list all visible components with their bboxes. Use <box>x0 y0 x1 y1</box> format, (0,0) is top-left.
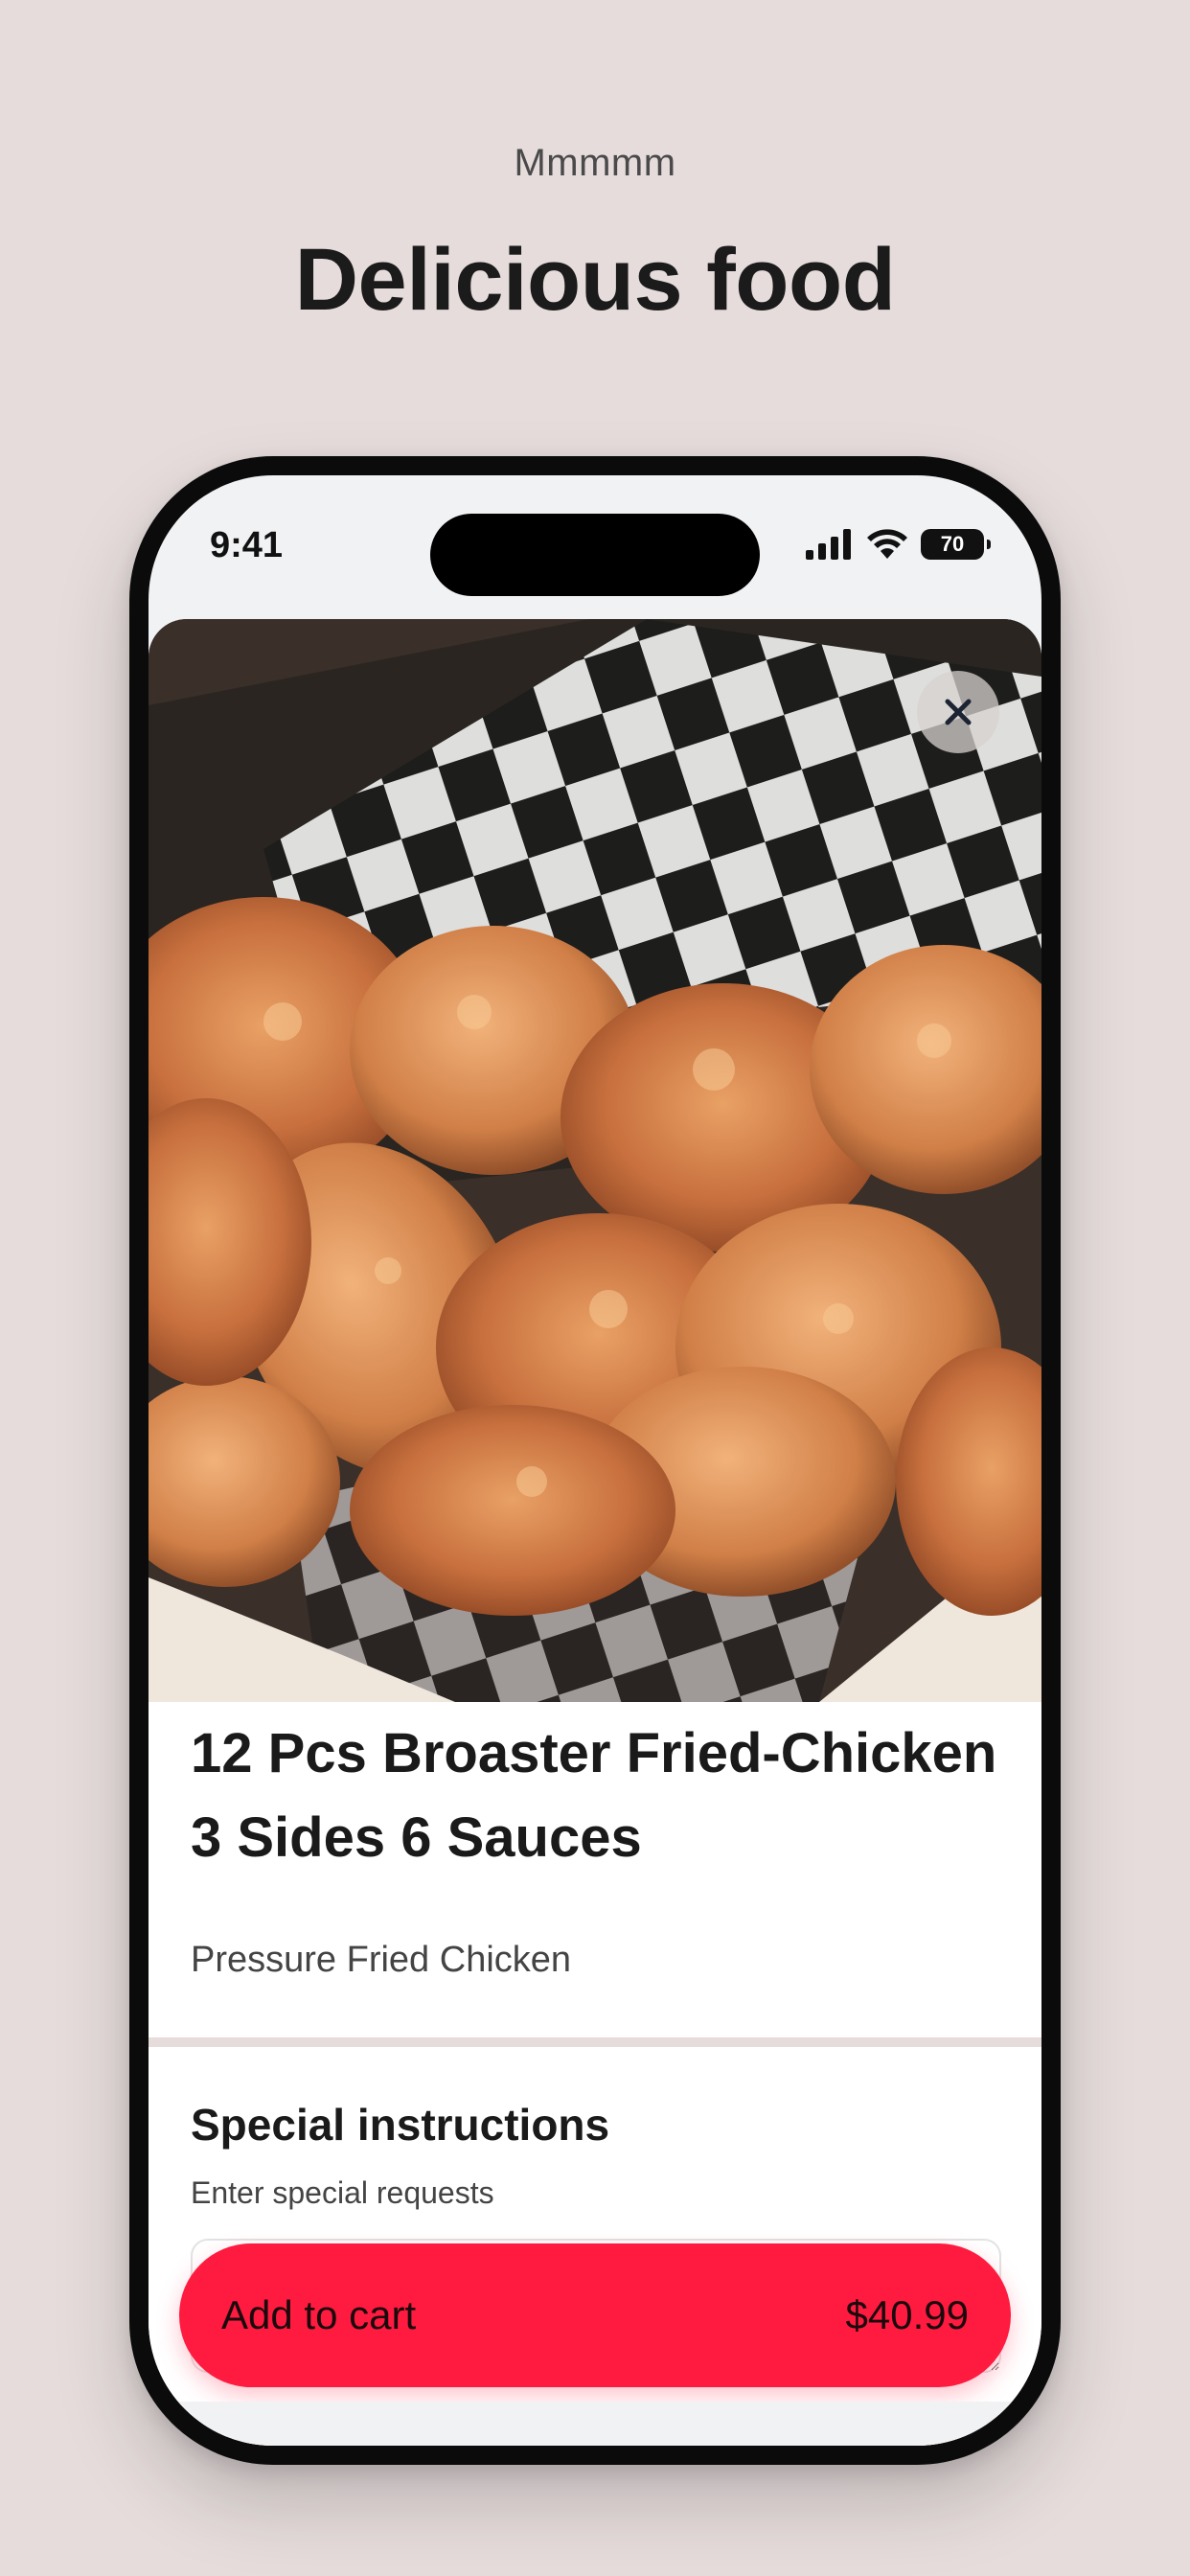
hero-eyebrow: Mmmmm <box>514 142 676 184</box>
status-bar: 9:41 70 <box>149 475 1041 619</box>
hero-title: Delicious food <box>294 231 896 329</box>
item-subtitle: Pressure Fried Chicken <box>191 1940 572 1980</box>
add-to-cart-button[interactable]: Add to cart $40.99 <box>179 2243 1011 2387</box>
add-to-cart-label: Add to cart <box>221 2292 417 2337</box>
item-sheet: 12 Pcs Broaster Fried-Chicken 3 Sides 6 … <box>149 619 1041 2446</box>
dynamic-island <box>430 514 760 596</box>
battery-icon: 70 <box>921 529 991 560</box>
section-divider <box>149 2037 1041 2047</box>
signal-icon <box>806 529 851 560</box>
status-time: 9:41 <box>210 525 284 565</box>
phone-screen: 9:41 70 12 Pcs Broaster Fried-Chicken 3 … <box>149 475 1041 2446</box>
status-icons: 70 <box>806 528 991 561</box>
special-instructions-hint: Enter special requests <box>191 2175 494 2210</box>
close-icon <box>945 699 972 725</box>
wifi-icon <box>867 529 907 559</box>
item-title: 12 Pcs Broaster Fried-Chicken 3 Sides 6 … <box>191 1722 997 1869</box>
cart-price: $40.99 <box>845 2292 969 2337</box>
phone-frame: 9:41 70 12 Pcs Broaster Fried-Chicken 3 … <box>129 456 1061 2465</box>
close-button[interactable] <box>917 671 999 753</box>
home-indicator-area <box>149 2402 1041 2446</box>
special-instructions-title: Special instructions <box>191 2100 610 2150</box>
fried-chicken-photo <box>149 619 1041 1702</box>
